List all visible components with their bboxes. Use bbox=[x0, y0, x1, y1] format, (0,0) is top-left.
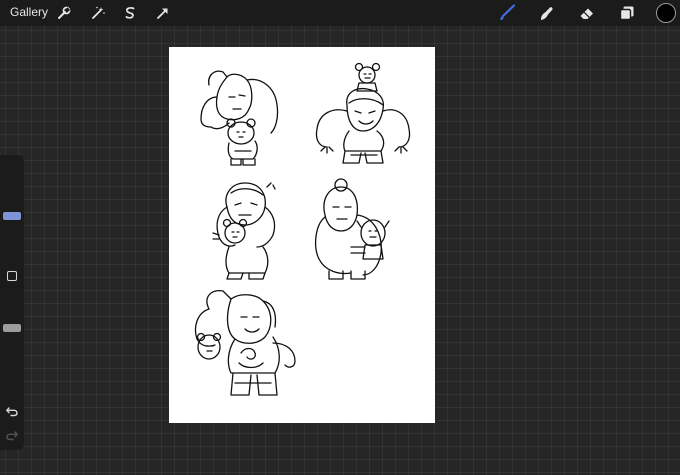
sketch-large-holding-doll bbox=[314, 178, 390, 280]
color-swatch-button[interactable] bbox=[656, 3, 676, 23]
left-sidebar bbox=[0, 155, 24, 450]
opacity-slider[interactable] bbox=[3, 287, 21, 397]
sketch-tattooed-flexing bbox=[194, 290, 296, 396]
brush-icon[interactable] bbox=[498, 4, 516, 22]
brush-size-slider[interactable] bbox=[3, 159, 21, 251]
smudge-icon[interactable] bbox=[538, 4, 556, 22]
magic-wand-icon[interactable] bbox=[89, 4, 107, 22]
drawing-canvas[interactable] bbox=[169, 47, 435, 423]
eraser-icon[interactable] bbox=[578, 4, 596, 22]
sketch-flexing-with-bear bbox=[200, 70, 279, 166]
sketch-holding-bear bbox=[212, 182, 276, 280]
sketch-big-arms-with-bear-on-head bbox=[315, 62, 411, 164]
top-toolbar: Gallery bbox=[0, 0, 680, 26]
transform-arrow-icon[interactable] bbox=[154, 4, 172, 22]
selection-icon[interactable] bbox=[121, 4, 139, 22]
opacity-handle[interactable] bbox=[3, 323, 21, 332]
modify-button[interactable] bbox=[7, 271, 17, 281]
redo-icon[interactable] bbox=[5, 428, 19, 442]
layers-icon[interactable] bbox=[618, 4, 636, 22]
undo-icon[interactable] bbox=[5, 404, 19, 418]
wrench-icon[interactable] bbox=[55, 4, 73, 22]
gallery-button[interactable]: Gallery bbox=[10, 5, 48, 19]
brush-size-handle[interactable] bbox=[3, 211, 21, 220]
